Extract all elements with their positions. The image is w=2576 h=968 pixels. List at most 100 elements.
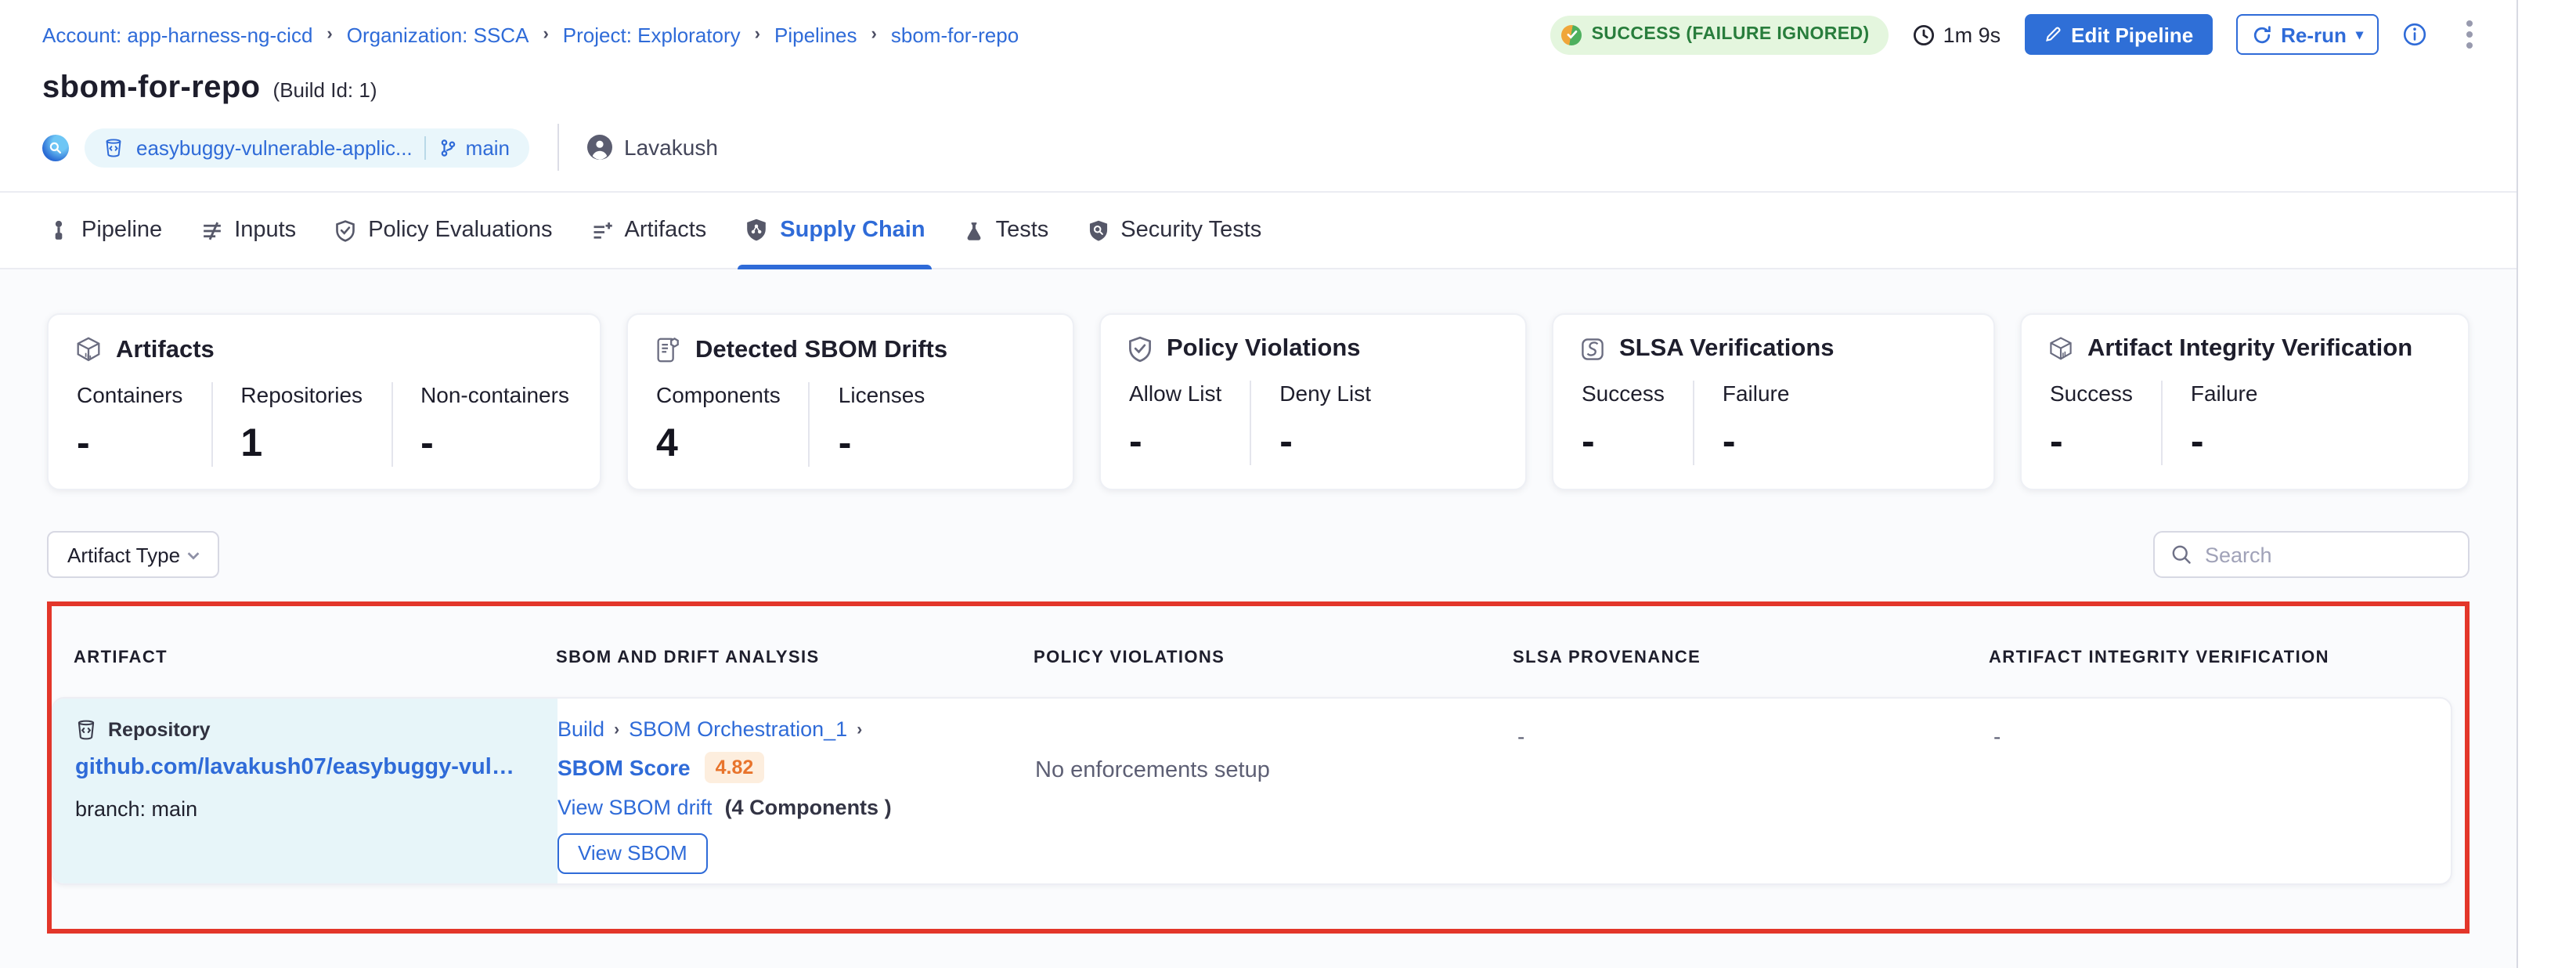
card-title: Artifact Integrity Verification [2087, 335, 2412, 363]
tab-inputs[interactable]: Inputs [200, 193, 296, 268]
chevron-down-icon: ▾ [2356, 27, 2363, 42]
breadcrumb-organization[interactable]: Organization: SSCA [347, 23, 529, 46]
search-box [2153, 531, 2470, 578]
sbom-score-link[interactable]: SBOM Score [557, 755, 691, 780]
git-branch-icon [439, 137, 458, 157]
topbar: Account: app-harness-ng-cicd › Organizat… [0, 0, 2516, 69]
pencil-icon [2043, 25, 2062, 44]
artifact-type: Repository [75, 719, 520, 741]
artifact-name-link[interactable]: github.com/lavakush07/easybuggy-vulner..… [75, 755, 520, 780]
card-sbom-drifts: Detected SBOM Drifts Components 4 Licens… [626, 313, 1074, 490]
highlighted-artifacts-table: ARTIFACT SBOM AND DRIFT ANALYSIS POLICY … [47, 601, 2470, 934]
repo-name: easybuggy-vulnerable-applic... [136, 135, 413, 159]
stat-slsa-success: Success - [1578, 381, 1693, 465]
breadcrumb-project[interactable]: Project: Exploratory [563, 23, 741, 46]
cube-icon [2047, 335, 2075, 363]
artifact-type-select[interactable]: Artifact Type [47, 531, 219, 578]
artifact-integrity-cell: - [1990, 699, 2451, 883]
duration-value: 1m 9s [1943, 23, 2001, 46]
breadcrumb-separator: › [614, 720, 619, 739]
stat-containers: Containers - [74, 382, 211, 467]
shield-check-icon [1126, 335, 1154, 363]
filter-row: Artifact Type [47, 531, 2470, 578]
triggered-by-user: Lavakush [586, 135, 718, 160]
repo-chip[interactable]: easybuggy-vulnerable-applic... main [85, 128, 529, 167]
info-icon[interactable] [2402, 22, 2427, 47]
sbom-score-badge: 4.82 [705, 752, 765, 783]
breadcrumb-separator: › [857, 720, 862, 739]
column-header-policy-violations: POLICY VIOLATIONS [1034, 648, 1513, 667]
trigger-avatar-icon [42, 134, 69, 161]
artifact-table-row: Repository github.com/lavakush07/easybug… [52, 697, 2452, 885]
stat-repositories: Repositories 1 [211, 382, 391, 467]
build-id: (Build Id: 1) [273, 78, 377, 102]
repository-icon [75, 719, 97, 741]
sbom-drift-row: View SBOM drift (4 Components ) [557, 796, 1035, 819]
breadcrumb-separator: › [871, 25, 877, 44]
inputs-icon [200, 219, 223, 242]
package-icon [74, 335, 103, 365]
branch-name: main [466, 135, 510, 159]
breadcrumb: Account: app-harness-ng-cicd › Organizat… [42, 23, 1019, 46]
card-title: Policy Violations [1167, 335, 1361, 363]
breadcrumb-pipeline-name[interactable]: sbom-for-repo [891, 23, 1019, 46]
pipeline-icon [47, 219, 70, 242]
column-header-artifact: ARTIFACT [52, 648, 556, 667]
rerun-button[interactable]: Re-run ▾ [2235, 14, 2379, 55]
card-title: Detected SBOM Drifts [695, 336, 947, 364]
slsa-icon [1578, 335, 1607, 363]
security-shield-icon [1086, 219, 1109, 242]
tab-tests[interactable]: Tests [963, 193, 1049, 268]
duration: 1m 9s [1912, 23, 2001, 46]
pipeline-execution-page: Account: app-harness-ng-cicd › Organizat… [0, 0, 2576, 968]
more-options-kebab-icon[interactable] [2457, 14, 2482, 55]
view-sbom-button[interactable]: View SBOM [557, 833, 708, 874]
sbom-breadcrumb: Build › SBOM Orchestration_1 › [557, 717, 1035, 741]
policy-violations-cell: No enforcements setup [1035, 699, 1514, 883]
tab-pipeline[interactable]: Pipeline [47, 193, 162, 268]
sbom-crumb-orchestration[interactable]: SBOM Orchestration_1 [629, 717, 847, 741]
column-header-sbom: SBOM AND DRIFT ANALYSIS [556, 648, 1034, 667]
stat-integrity-failure: Failure - [2161, 381, 2286, 465]
divider [557, 124, 558, 171]
clock-icon [1912, 23, 1936, 46]
view-sbom-drift-link[interactable]: View SBOM drift [557, 796, 713, 819]
edit-pipeline-button[interactable]: Edit Pipeline [2024, 14, 2212, 55]
page-title: sbom-for-repo [42, 70, 261, 107]
search-input[interactable] [2205, 543, 2482, 566]
status-check-icon [1562, 24, 1582, 45]
status-badge-label: SUCCESS (FAILURE IGNORED) [1592, 25, 1870, 44]
stat-integrity-success: Success - [2047, 381, 2161, 465]
tab-policy-evaluations[interactable]: Policy Evaluations [334, 193, 552, 268]
supply-chain-shield-icon [744, 218, 769, 243]
card-title: SLSA Verifications [1619, 335, 1835, 363]
artifacts-list-icon [590, 219, 614, 242]
card-artifacts: Artifacts Containers - Repositories 1 No… [47, 313, 601, 490]
user-avatar-icon [586, 135, 612, 160]
chevron-down-icon [185, 546, 202, 563]
stat-slsa-failure: Failure - [1693, 381, 1818, 465]
breadcrumb-pipelines[interactable]: Pipelines [774, 23, 857, 46]
tab-security-tests[interactable]: Security Tests [1086, 193, 1261, 268]
breadcrumb-separator: › [327, 25, 332, 44]
tab-supply-chain[interactable]: Supply Chain [744, 193, 925, 268]
stat-components: Components 4 [653, 382, 809, 467]
meta-row: easybuggy-vulnerable-applic... main Lava… [0, 124, 2516, 171]
table-header: ARTIFACT SBOM AND DRIFT ANALYSIS POLICY … [52, 606, 2465, 667]
column-header-artifact-integrity: ARTIFACT INTEGRITY VERIFICATION [1989, 648, 2465, 667]
search-icon [2170, 544, 2192, 565]
breadcrumb-separator: › [543, 25, 548, 44]
sbom-crumb-build[interactable]: Build [557, 717, 604, 741]
breadcrumb-account[interactable]: Account: app-harness-ng-cicd [42, 23, 312, 46]
drift-component-count: (4 Components ) [725, 796, 892, 819]
stat-deny-list: Deny List - [1250, 381, 1399, 465]
column-header-slsa-provenance: SLSA PROVENANCE [1513, 648, 1989, 667]
tab-artifacts[interactable]: Artifacts [590, 193, 707, 268]
card-slsa-verifications: SLSA Verifications Success - Failure - [1552, 313, 1995, 490]
card-title: Artifacts [116, 336, 215, 364]
card-policy-violations: Policy Violations Allow List - Deny List… [1099, 313, 1527, 490]
slsa-provenance-cell: - [1514, 699, 1990, 883]
stat-non-containers: Non-containers - [391, 382, 597, 467]
right-panel-gutter [2516, 0, 2576, 968]
sbom-score-row: SBOM Score 4.82 [557, 752, 1035, 783]
